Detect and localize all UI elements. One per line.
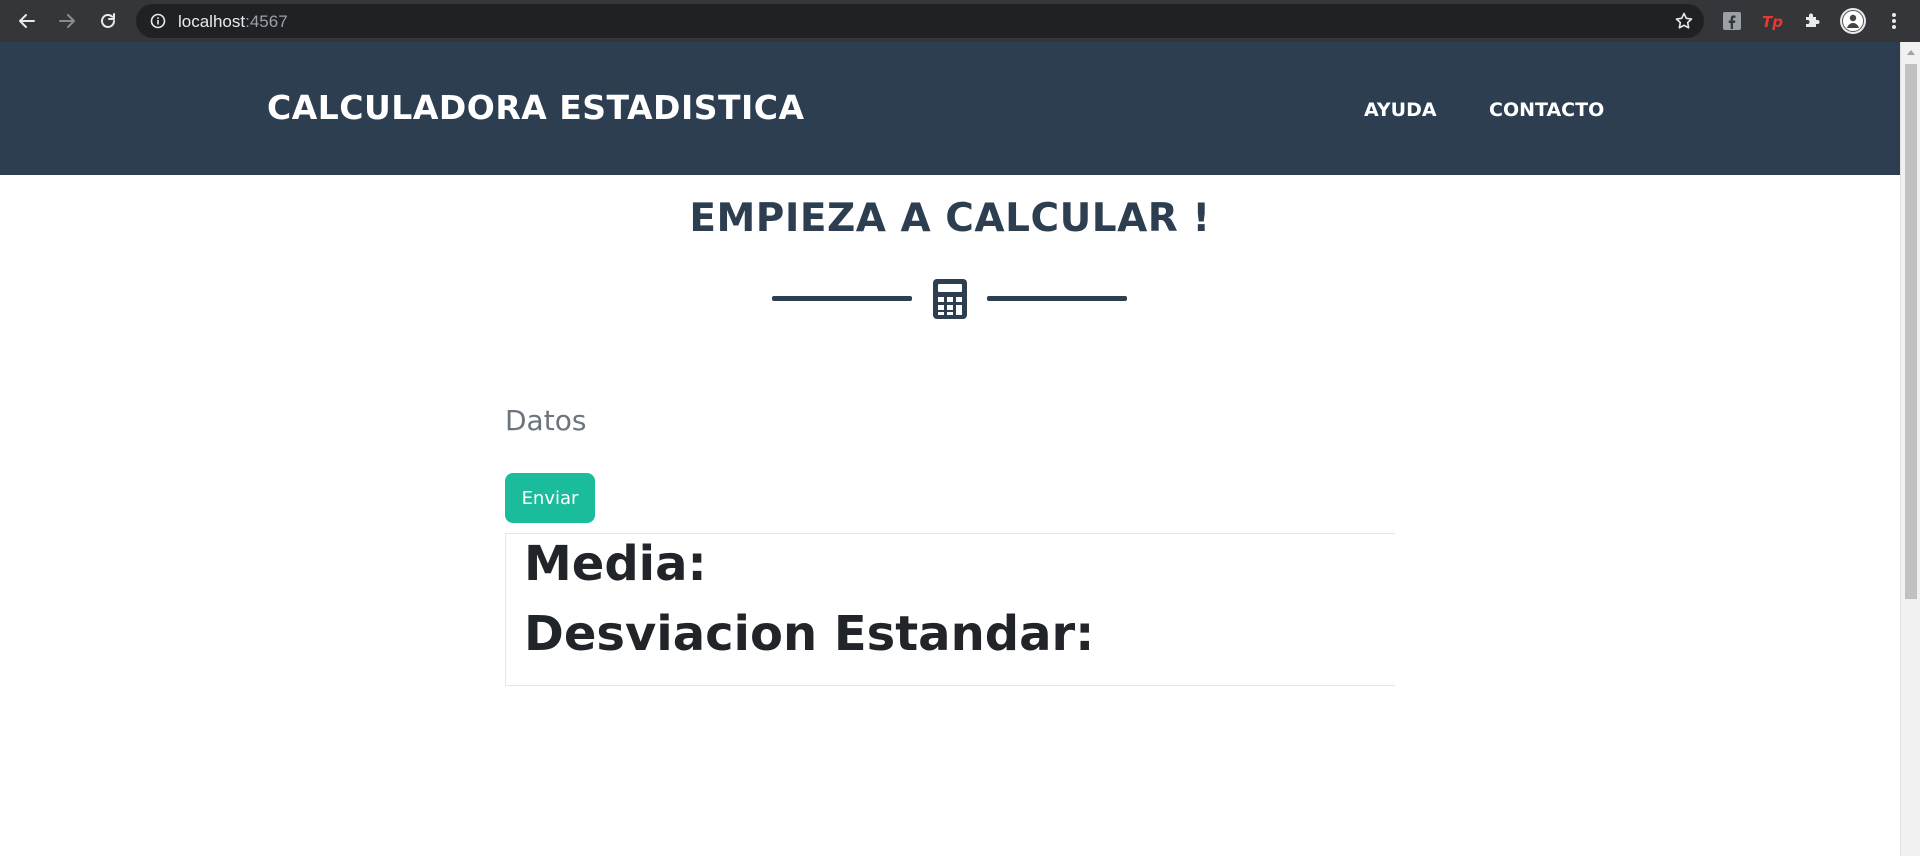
url-text: localhost:4567 xyxy=(178,12,288,32)
reload-icon xyxy=(101,13,115,28)
url-port: :4567 xyxy=(245,12,288,31)
divider-line-right xyxy=(987,296,1127,301)
nav-link-ayuda[interactable]: AYUDA xyxy=(1364,99,1437,121)
site-info-icon[interactable] xyxy=(150,13,166,34)
bookmark-star-icon[interactable] xyxy=(1674,11,1694,36)
scroll-up-arrow-icon[interactable] xyxy=(1906,48,1916,56)
site-navbar: CALCULADORA ESTADISTICA AYUDA CONTACTO xyxy=(0,42,1900,175)
calculator-icon xyxy=(933,279,967,319)
facebook-extension-icon[interactable] xyxy=(1720,9,1744,33)
divider-line-left xyxy=(772,296,912,301)
vertical-scrollbar[interactable] xyxy=(1900,42,1920,856)
brand-title[interactable]: CALCULADORA ESTADISTICA xyxy=(267,88,805,127)
results-panel: Media: Desviacion Estandar: xyxy=(505,533,1395,686)
browser-toolbar: localhost:4567 Tp xyxy=(0,0,1920,42)
tp-extension-icon[interactable]: Tp xyxy=(1760,9,1784,33)
nav-link-contacto[interactable]: CONTACTO xyxy=(1489,99,1604,121)
back-arrow-icon xyxy=(19,14,35,28)
desviacion-estandar-result: Desviacion Estandar: xyxy=(524,606,1095,662)
url-host: localhost xyxy=(178,12,246,31)
forward-button[interactable] xyxy=(53,7,81,35)
scrollbar-thumb[interactable] xyxy=(1905,64,1917,599)
address-bar[interactable]: localhost:4567 xyxy=(136,4,1704,38)
datos-input-label[interactable]: Datos xyxy=(505,404,586,437)
browser-menu-icon[interactable] xyxy=(1882,9,1906,33)
reload-button[interactable] xyxy=(94,7,122,35)
page-heading: EMPIEZA A CALCULAR ! xyxy=(689,196,1211,241)
svg-text:Tp: Tp xyxy=(1762,13,1783,31)
back-button[interactable] xyxy=(13,7,41,35)
profile-avatar[interactable] xyxy=(1839,7,1867,35)
forward-arrow-icon xyxy=(59,14,75,28)
media-result: Media: xyxy=(524,536,707,592)
enviar-button[interactable]: Enviar xyxy=(505,473,595,523)
extensions-puzzle-icon[interactable] xyxy=(1800,9,1824,33)
